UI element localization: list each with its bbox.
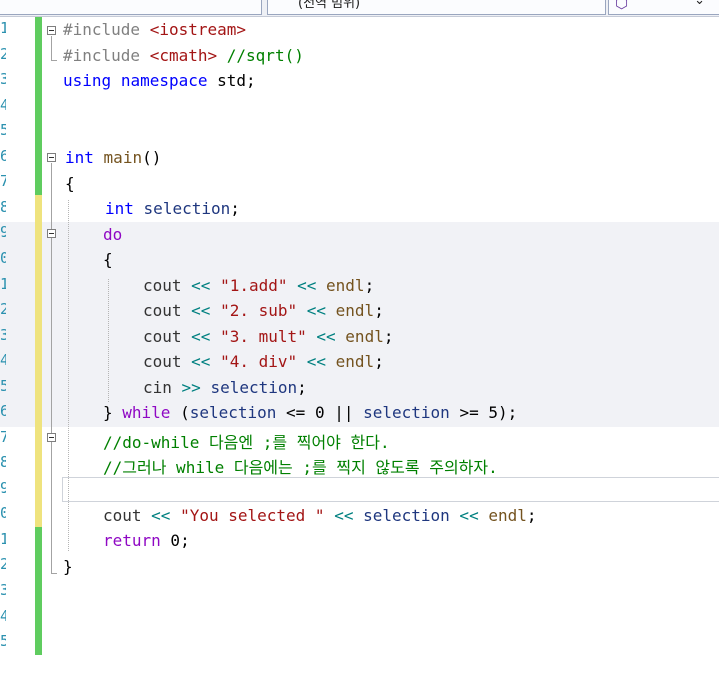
line-number: 4 <box>0 96 6 114</box>
line-number: 6 <box>0 147 6 165</box>
chevron-down-icon: ⌄ <box>694 0 705 8</box>
line-number: 4 <box>0 607 6 625</box>
collapse-icon[interactable] <box>47 26 56 35</box>
outline-end <box>51 60 57 61</box>
collapse-icon[interactable] <box>47 433 56 442</box>
code-line-7: { <box>65 174 75 193</box>
code-line-2: #include <cmath> //sqrt() <box>63 46 304 65</box>
line-number: 2 <box>0 45 6 63</box>
saved-change-marker <box>35 17 42 195</box>
code-line-18: //그러나 while 다음에는 ;를 찍지 않도록 주의하자. <box>103 458 498 477</box>
editor-navigation-bar: (전역 범위) ⬡ ⌄ <box>0 0 719 17</box>
line-number: 3 <box>0 70 6 88</box>
code-line-16: } while (selection <= 0 || selection >= … <box>103 403 518 422</box>
line-number: 1 <box>0 275 6 293</box>
code-line-14: cout << "4. div" << endl; <box>143 352 384 371</box>
line-number: 2 <box>0 300 6 318</box>
code-editor[interactable]: 1 2 3 4 5 6 7 8 9 0 1 2 3 4 5 6 7 8 9 0 … <box>0 17 719 680</box>
outline-line <box>51 36 52 60</box>
project-dropdown[interactable] <box>0 0 262 15</box>
line-number: 0 <box>0 249 6 267</box>
line-number: 9 <box>0 223 6 241</box>
line-number: 5 <box>0 377 6 395</box>
line-number: 0 <box>0 504 6 522</box>
member-dropdown[interactable]: ⬡ ⌄ <box>608 0 719 15</box>
code-line-12: cout << "2. sub" << endl; <box>143 301 384 320</box>
unsaved-change-marker <box>35 195 42 527</box>
code-line-3: using namespace std; <box>63 71 256 90</box>
code-line-21: return 0; <box>103 531 190 550</box>
line-number: 5 <box>0 632 6 650</box>
code-line-20: cout << "You selected " << selection << … <box>103 506 537 525</box>
line-number: 8 <box>0 453 6 471</box>
indent-guide <box>68 200 69 551</box>
code-line-10: { <box>103 250 113 269</box>
line-number: 5 <box>0 121 6 139</box>
outline-line <box>51 163 52 573</box>
line-number: 1 <box>0 530 6 548</box>
outline-end <box>51 573 57 574</box>
line-number: 3 <box>0 581 6 599</box>
line-number: 6 <box>0 402 6 420</box>
cube-icon: ⬡ <box>615 0 629 12</box>
saved-change-marker <box>35 527 42 655</box>
line-number: 4 <box>0 351 6 369</box>
collapse-icon[interactable] <box>47 153 56 162</box>
code-line-17: //do-while 다음엔 ;를 찍어야 한다. <box>103 433 390 452</box>
code-line-8: int selection; <box>105 199 240 218</box>
line-number: 3 <box>0 326 6 344</box>
indent-guide <box>108 279 109 402</box>
line-number: 7 <box>0 172 6 190</box>
collapse-icon[interactable] <box>47 229 56 238</box>
line-number: 8 <box>0 198 6 216</box>
current-line-highlight <box>62 477 719 502</box>
code-line-11: cout << "1.add" << endl; <box>143 276 375 295</box>
line-number: 9 <box>0 479 6 497</box>
code-line-6: int main() <box>65 148 162 167</box>
line-number: 1 <box>0 19 6 37</box>
code-line-22: } <box>63 557 73 576</box>
line-number: 7 <box>0 428 6 446</box>
line-number: 2 <box>0 555 6 573</box>
scope-dropdown[interactable]: (전역 범위) <box>267 0 606 15</box>
code-line-1: #include <iostream> <box>63 20 247 39</box>
scope-dropdown-label: (전역 범위) <box>298 0 361 11</box>
code-line-15: cin >> selection; <box>143 378 307 397</box>
code-line-13: cout << "3. mult" << endl; <box>143 327 394 346</box>
code-line-9: do <box>103 225 123 244</box>
